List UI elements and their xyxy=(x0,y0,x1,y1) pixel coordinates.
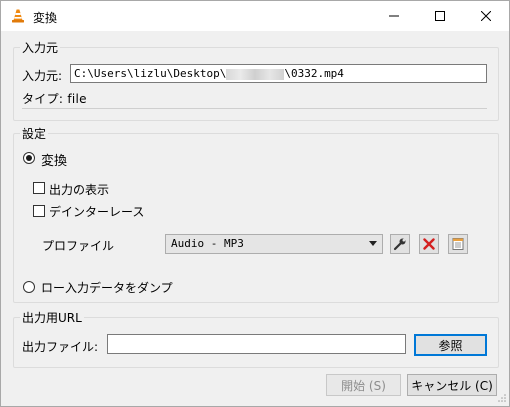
maximize-icon xyxy=(435,11,445,21)
source-input-label: 入力元: xyxy=(22,69,63,83)
dump-raw-label: ロー入力データをダンプ xyxy=(41,281,173,295)
source-type-text: タイプ: file xyxy=(22,92,87,106)
window-title: 変換 xyxy=(33,11,58,25)
show-output-label: 出力の表示 xyxy=(49,183,110,197)
path-suffix: \0332.mp4 xyxy=(284,67,344,80)
dump-raw-radio[interactable] xyxy=(23,281,35,293)
deinterlace-checkbox[interactable] xyxy=(33,205,45,217)
source-path-field[interactable]: C:\Users\lizlu\Desktop\ \0332.mp4 xyxy=(70,64,487,83)
output-file-label: 出力ファイル: xyxy=(22,340,99,354)
resize-grip-icon[interactable] xyxy=(497,393,507,403)
close-button[interactable] xyxy=(463,1,509,31)
convert-dialog: 変換 入力元 入力元: C:\Users\lizlu\Desktop\ \0332… xyxy=(0,0,510,407)
delete-x-icon xyxy=(423,238,435,250)
maximize-button[interactable] xyxy=(417,1,463,31)
source-separator xyxy=(22,108,487,109)
delete-profile-button[interactable] xyxy=(419,234,439,254)
new-profile-icon xyxy=(452,238,464,250)
source-group xyxy=(13,47,499,121)
redacted-folder xyxy=(226,68,285,80)
vlc-cone-icon xyxy=(12,9,24,23)
cancel-button[interactable]: キャンセル (C) xyxy=(407,374,497,396)
close-icon xyxy=(481,11,491,21)
convert-radio[interactable] xyxy=(23,152,35,164)
profile-label: プロファイル xyxy=(42,239,115,253)
new-profile-button[interactable] xyxy=(448,234,468,254)
browse-button[interactable]: 参照 xyxy=(414,334,487,356)
edit-profile-button[interactable] xyxy=(390,234,410,254)
source-group-label: 入力元 xyxy=(20,39,61,56)
output-file-input[interactable] xyxy=(107,334,406,354)
deinterlace-label: デインターレース xyxy=(49,205,145,219)
convert-label: 変換 xyxy=(41,154,68,169)
start-button[interactable]: 開始 (S) xyxy=(326,374,401,396)
minimize-icon xyxy=(389,15,399,17)
path-prefix: C:\Users\lizlu\Desktop\ xyxy=(74,67,227,80)
profile-select[interactable]: Audio - MP3 xyxy=(165,234,383,254)
chevron-down-icon xyxy=(369,241,377,246)
settings-group-label: 設定 xyxy=(20,125,49,142)
destination-group-label: 出力用URL xyxy=(20,309,84,326)
profile-value: Audio - MP3 xyxy=(171,237,244,250)
radio-selected-dot xyxy=(26,155,32,161)
show-output-checkbox[interactable] xyxy=(33,182,45,194)
wrench-icon xyxy=(393,238,406,251)
minimize-button[interactable] xyxy=(371,1,417,31)
title-bar: 変換 xyxy=(1,1,509,31)
